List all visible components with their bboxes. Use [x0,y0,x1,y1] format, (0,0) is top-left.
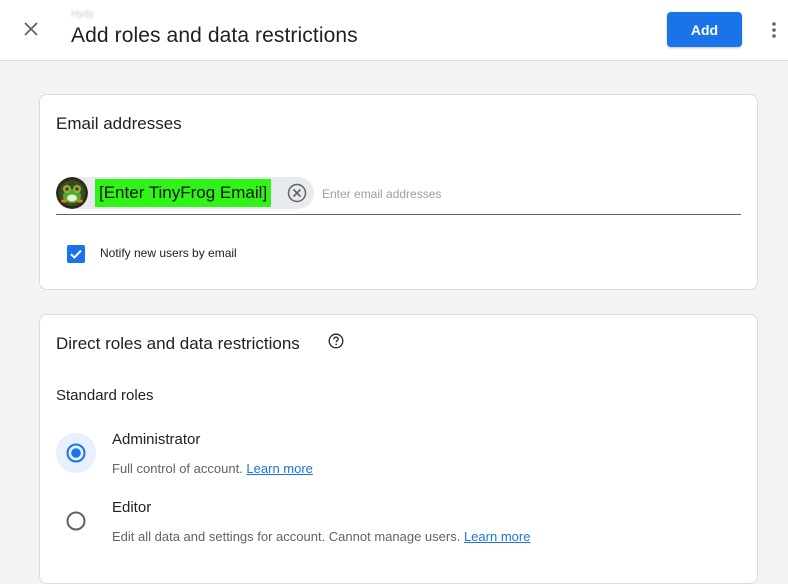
role-desc-text: Full control of account. [112,461,243,476]
radio-unchecked-icon [66,511,86,531]
cancel-circle-icon [287,183,307,203]
radio-checked-icon [66,443,86,463]
role-desc-text: Edit all data and settings for account. … [112,529,461,544]
email-addresses-card: Email addresses [Enter TinyFrog Email] E… [39,94,758,290]
standard-roles-label: Standard roles [56,387,154,404]
role-radio-administrator[interactable] [56,433,96,473]
email-input[interactable] [322,184,722,204]
more-vert-icon [772,22,776,38]
email-chip-label: [Enter TinyFrog Email] [95,179,272,207]
page-title: Add roles and data restrictions [71,24,358,47]
role-radio-editor[interactable] [56,501,96,541]
learn-more-link-editor[interactable]: Learn more [464,529,530,544]
help-icon [328,333,344,349]
role-name-editor: Editor [112,499,152,516]
help-button[interactable] [327,332,345,350]
email-chip[interactable]: [Enter TinyFrog Email] [56,177,314,209]
close-icon [24,22,38,36]
remove-chip-button[interactable] [286,182,308,204]
learn-more-link-administrator[interactable]: Learn more [246,461,312,476]
email-chip-field[interactable]: [Enter TinyFrog Email] [56,175,741,215]
notify-checkbox-label: Notify new users by email [100,246,237,260]
more-options-button[interactable] [763,18,785,42]
check-icon [70,249,82,259]
email-section-title: Email addresses [56,114,182,133]
roles-section-title: Direct roles and data restrictions [56,334,300,353]
close-button[interactable] [16,14,46,44]
role-desc-editor: Edit all data and settings for account. … [112,529,530,544]
dialog-header: Hydy Add roles and data restrictions Add [0,0,788,61]
role-name-administrator: Administrator [112,431,201,448]
add-button[interactable]: Add [667,12,742,47]
breadcrumb: Hydy [71,9,94,20]
role-desc-administrator: Full control of account. Learn more [112,461,313,476]
direct-roles-card: Direct roles and data restrictions Stand… [39,314,758,584]
frog-avatar [56,177,88,209]
notify-checkbox[interactable] [67,245,85,263]
